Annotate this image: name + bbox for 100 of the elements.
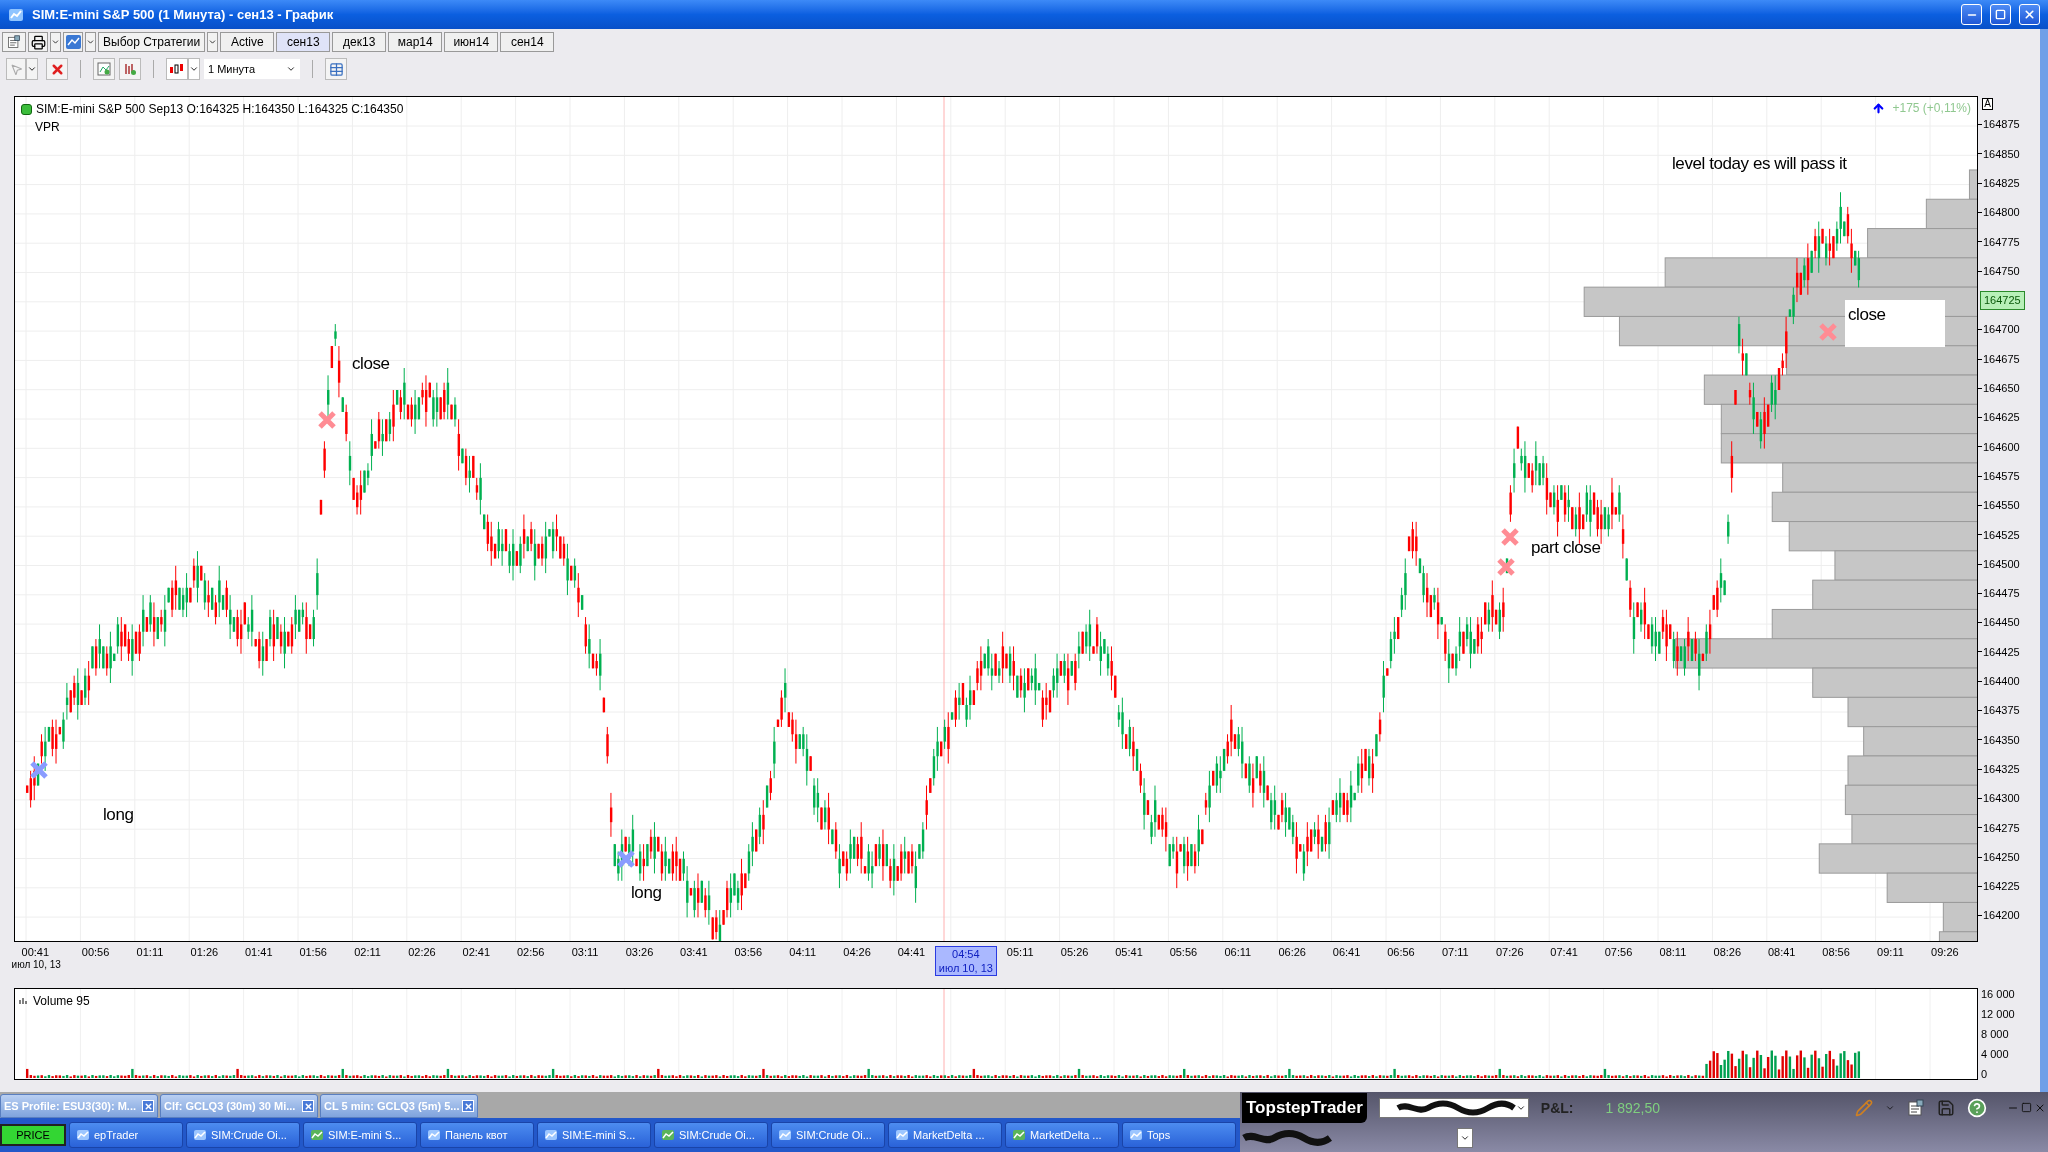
chart-app-icon (8, 6, 24, 23)
app-icon (427, 1128, 441, 1142)
properties-icon[interactable] (1907, 1099, 1925, 1117)
close-tab-button[interactable] (302, 1100, 314, 1112)
taskbar-item[interactable]: Tops (1122, 1122, 1236, 1148)
help-icon[interactable] (1967, 1098, 1987, 1118)
chart-note: part close (1531, 537, 1601, 559)
maximize-button[interactable] (1990, 4, 2011, 25)
time-label: 06:56 (1387, 946, 1415, 959)
taskbar-item[interactable]: MarketDelta ... (1005, 1122, 1119, 1148)
price-label: 164475 (1983, 586, 2020, 602)
autoscale-button[interactable]: A (1982, 98, 1993, 110)
price-label: 164850 (1983, 146, 2020, 162)
document-tab-label: Clf: GCLQ3 (30m) 30 Mi... (164, 1098, 296, 1114)
caret-icon (86, 37, 95, 47)
contract-tab[interactable]: июн14 (444, 32, 499, 52)
contract-tab[interactable]: дек13 (332, 32, 387, 52)
taskbar-item[interactable]: Панель квот (420, 1122, 534, 1148)
time-label: 06:41 (1332, 946, 1361, 959)
time-label: 01:11 (136, 946, 164, 959)
time-label: 01:41 (245, 946, 273, 959)
price-label: 164750 (1983, 263, 2020, 279)
contract-tab[interactable]: сен14 (500, 32, 555, 52)
taskbar-item[interactable]: SIM:Crude Oi... (654, 1122, 768, 1148)
save-icon[interactable] (1937, 1099, 1955, 1117)
interval-select[interactable]: 1 Минута (204, 59, 300, 79)
caret-icon[interactable] (1885, 1103, 1895, 1113)
time-label: 05:11 (1006, 946, 1034, 959)
strategy-icon-button[interactable] (63, 32, 83, 52)
price-label: 164700 (1983, 322, 2020, 338)
pencil-icon[interactable] (1855, 1099, 1873, 1117)
time-label: 07:11 (1442, 946, 1469, 959)
caret-icon (286, 64, 296, 74)
app-icon (895, 1128, 909, 1142)
contract-tab[interactable]: Active (220, 32, 275, 52)
chart-style-button[interactable] (166, 58, 188, 80)
price-label: 164875 (1983, 117, 2020, 133)
close-icon (143, 1101, 153, 1111)
account-select[interactable] (1378, 1098, 1529, 1118)
bars-icon (123, 62, 137, 76)
pointer-dropdown[interactable] (26, 58, 38, 80)
time-label: 03:11 (571, 946, 599, 959)
app-icon (544, 1128, 558, 1142)
time-label: 02:26 (408, 946, 436, 959)
data-table-button[interactable] (325, 58, 347, 80)
time-label: 03:56 (734, 946, 763, 959)
properties-button[interactable] (2, 32, 26, 52)
indicator-button[interactable] (93, 58, 115, 80)
time-label: 03:41 (680, 946, 708, 959)
taskbar-item[interactable]: SIM:E-mini S... (537, 1122, 651, 1148)
price-label: 164575 (1983, 468, 2020, 484)
remove-button[interactable] (46, 58, 68, 80)
price-button[interactable]: PRICE (0, 1124, 66, 1146)
price-label: 164550 (1983, 498, 2020, 514)
taskbar-item[interactable]: SIM:Crude Oi... (186, 1122, 300, 1148)
minimize-button[interactable] (1961, 4, 1982, 25)
close-icon[interactable] (2034, 1102, 2046, 1114)
caret-icon (27, 64, 37, 74)
time-label: 00:56 (81, 946, 110, 959)
chart-style-dropdown[interactable] (188, 58, 200, 80)
time-label: 02:41 (462, 946, 491, 959)
price-label: 164825 (1983, 176, 2020, 191)
strategy-dropdown[interactable]: Выбор Стратегии (98, 32, 206, 52)
print-button[interactable] (28, 32, 48, 52)
volume-icon (19, 997, 27, 1005)
dropdown-button[interactable] (1457, 1128, 1473, 1148)
price-label: 164275 (1983, 820, 2020, 836)
maximize-icon[interactable] (2021, 1102, 2032, 1113)
time-label: 01:26 (190, 946, 219, 959)
strategy-icon-dropdown[interactable] (85, 32, 96, 52)
close-icon (463, 1101, 473, 1111)
volume-axis-label: 0 (1981, 1068, 1989, 1080)
app-icon (193, 1128, 207, 1142)
time-label: 04:11 (789, 946, 816, 959)
price-label: 164350 (1983, 732, 2020, 748)
time-label: 00:41 (21, 946, 50, 959)
chart-note: long (103, 804, 134, 826)
contract-tab[interactable]: мар14 (388, 32, 443, 52)
axis-date: июл 10, 13 (11, 959, 61, 971)
close-tab-button[interactable] (462, 1100, 474, 1112)
time-label: 05:26 (1060, 946, 1089, 959)
time-label: 07:56 (1604, 946, 1633, 959)
price-label: 164675 (1983, 351, 2020, 367)
contract-tab[interactable]: сен13 (276, 32, 331, 52)
close-button[interactable] (2019, 4, 2040, 25)
volume-axis-label: 12 000 (1981, 1008, 2016, 1020)
price-label: 164450 (1983, 615, 2020, 631)
taskbar-item[interactable]: SIM:Crude Oi... (771, 1122, 885, 1148)
brand-label: TopstepTrader (1242, 1093, 1367, 1123)
taskbar-item[interactable]: MarketDelta ... (888, 1122, 1002, 1148)
close-tab-button[interactable] (142, 1100, 154, 1112)
taskbar-item[interactable]: epTrader (69, 1122, 183, 1148)
time-label: 01:56 (299, 946, 327, 959)
taskbar-item[interactable]: SIM:E-mini S... (303, 1122, 417, 1148)
price-label: 164650 (1983, 381, 2020, 397)
chart-note: long (631, 882, 662, 904)
strategy-button[interactable] (119, 58, 141, 80)
current-price-tag: 164725 (1980, 291, 2025, 310)
up-arrow-icon (1871, 101, 1885, 115)
app-icon (76, 1128, 90, 1142)
